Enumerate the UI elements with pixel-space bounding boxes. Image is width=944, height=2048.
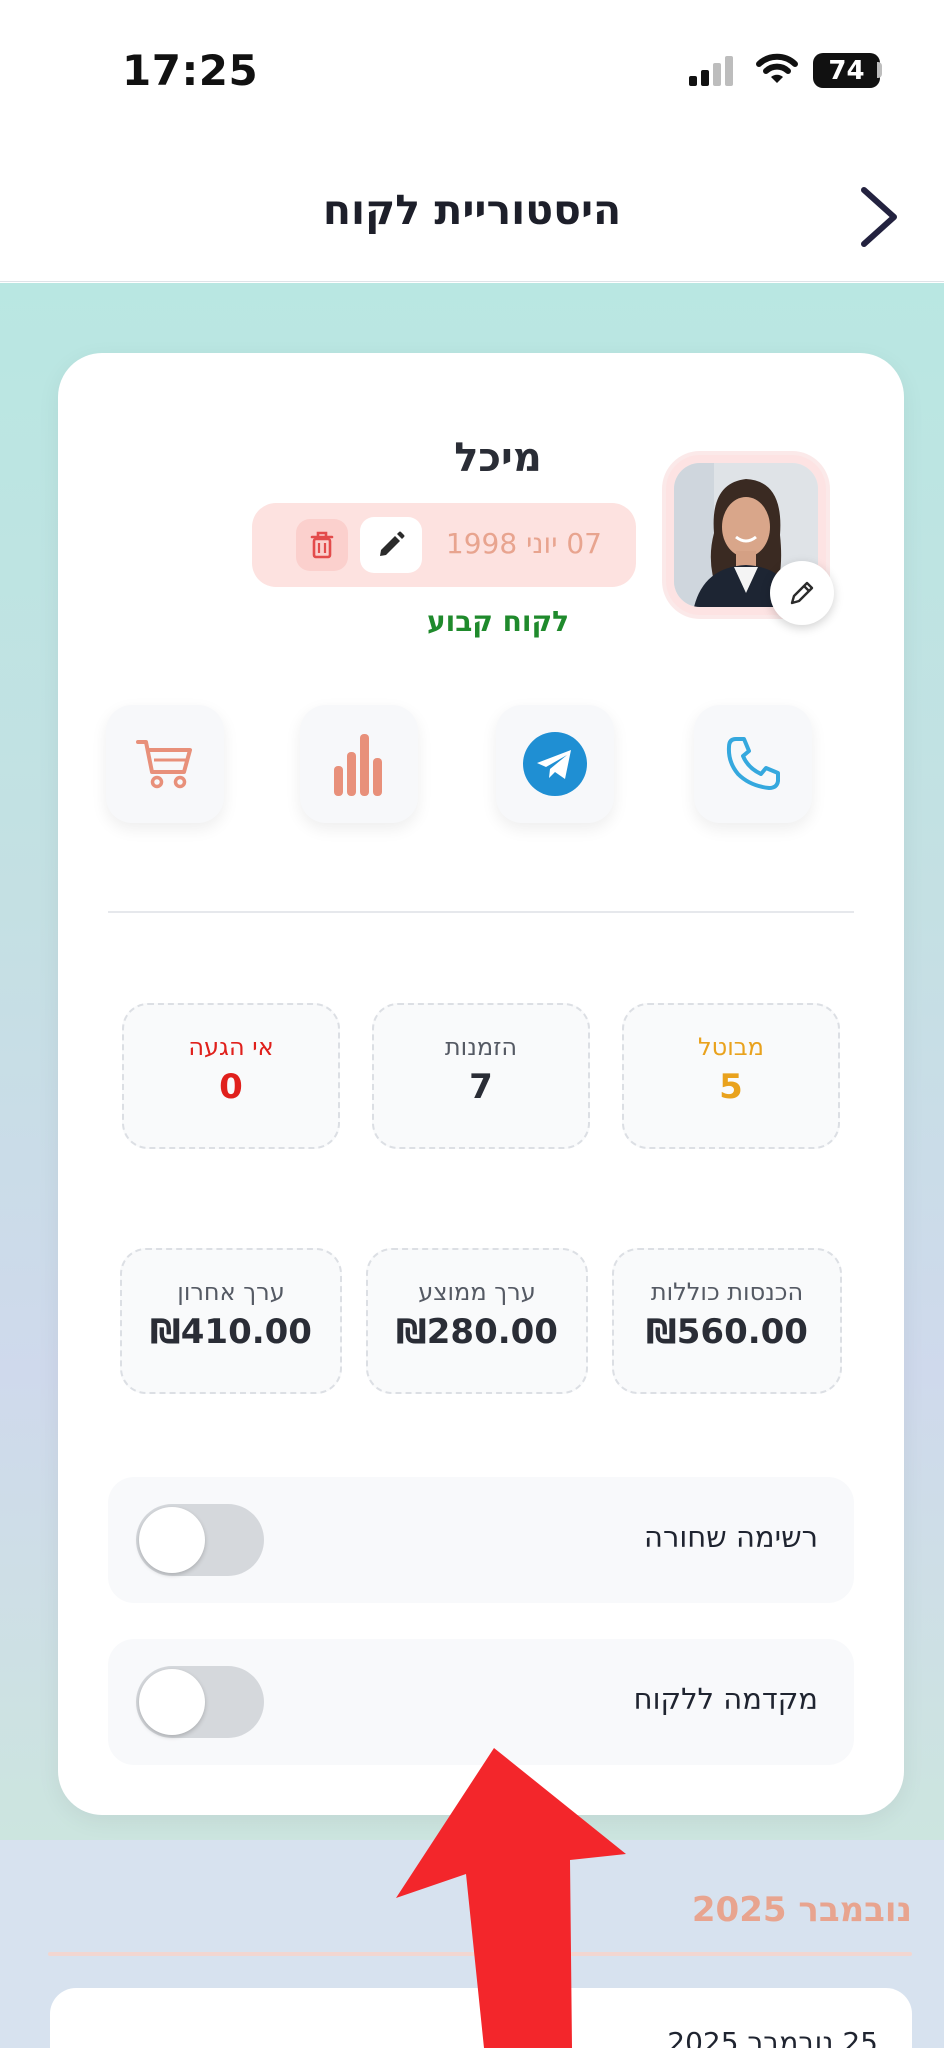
stat-orders: הזמנות 7 — [372, 1003, 590, 1149]
chevron-right-icon[interactable] — [856, 184, 902, 250]
bar-chart-icon — [334, 734, 382, 796]
stat-label: הכנסות כוללות — [650, 1278, 804, 1306]
toggle-knob — [139, 1669, 205, 1735]
status-bar: 17:25 74 — [0, 0, 944, 140]
stat-average-value: ערך ממוצע ₪280.00 — [366, 1248, 588, 1394]
stat-label: ערך ממוצע — [418, 1278, 536, 1306]
stats-button[interactable] — [300, 705, 418, 823]
customer-card: מיכל 07 יוני 1998 לקוח קבוע מבוטל 5 הזמנ… — [58, 353, 904, 1815]
battery-tip — [877, 62, 882, 78]
status-time: 17:25 — [122, 46, 259, 95]
divider — [108, 911, 854, 913]
stat-cancelled: מבוטל 5 — [622, 1003, 840, 1149]
telegram-icon — [523, 732, 587, 796]
stat-label: מבוטל — [698, 1033, 764, 1061]
stat-value: 7 — [469, 1067, 493, 1107]
phone-icon — [726, 737, 780, 790]
delete-birthday-button[interactable] — [296, 519, 348, 571]
stat-last-value: ערך אחרון ₪410.00 — [120, 1248, 342, 1394]
stat-total-revenue: הכנסות כוללות ₪560.00 — [612, 1248, 842, 1394]
signal-icon — [689, 56, 733, 86]
blacklist-row: רשימה שחורה — [108, 1477, 854, 1603]
stat-label: אי הגעה — [188, 1033, 274, 1061]
blacklist-toggle[interactable] — [136, 1504, 264, 1576]
pencil-icon — [790, 581, 814, 605]
stat-label: הזמנות — [444, 1033, 518, 1061]
birthday-pill: 07 יוני 1998 — [252, 503, 636, 587]
stat-value: 5 — [719, 1067, 743, 1107]
stat-value: 0 — [219, 1067, 243, 1107]
month-heading: נובמבר 2025 — [691, 1890, 912, 1930]
stat-value: ₪280.00 — [396, 1312, 558, 1352]
arrow-up-icon — [396, 1748, 626, 2048]
birthday-date: 07 יוני 1998 — [445, 527, 602, 560]
toggle-label: מקדמה ללקוח — [633, 1682, 818, 1716]
stat-value: ₪560.00 — [646, 1312, 808, 1352]
edit-avatar-button[interactable] — [770, 561, 834, 625]
customer-status: לקוח קבוע — [426, 605, 570, 638]
page-title: היסטוריית לקוח — [322, 186, 622, 234]
deposit-toggle[interactable] — [136, 1666, 264, 1738]
app-header: היסטוריית לקוח — [0, 140, 944, 282]
cart-button[interactable] — [106, 705, 224, 823]
stat-label: ערך אחרון — [177, 1278, 285, 1306]
trash-icon — [310, 531, 334, 559]
pencil-icon — [380, 531, 405, 556]
stat-no-show: אי הגעה 0 — [122, 1003, 340, 1149]
stat-value: ₪410.00 — [150, 1312, 312, 1352]
history-date: 25 נובמבר 2025 — [667, 2026, 878, 2048]
cart-icon — [136, 740, 192, 789]
wifi-icon — [756, 53, 798, 83]
toggle-knob — [139, 1507, 205, 1573]
battery-icon: 74 — [813, 53, 880, 88]
deposit-row: מקדמה ללקוח — [108, 1639, 854, 1765]
toggle-label: רשימה שחורה — [644, 1520, 818, 1554]
customer-name: מיכל — [454, 435, 542, 481]
call-button[interactable] — [694, 705, 812, 823]
edit-birthday-button[interactable] — [360, 517, 422, 573]
telegram-button[interactable] — [496, 705, 614, 823]
